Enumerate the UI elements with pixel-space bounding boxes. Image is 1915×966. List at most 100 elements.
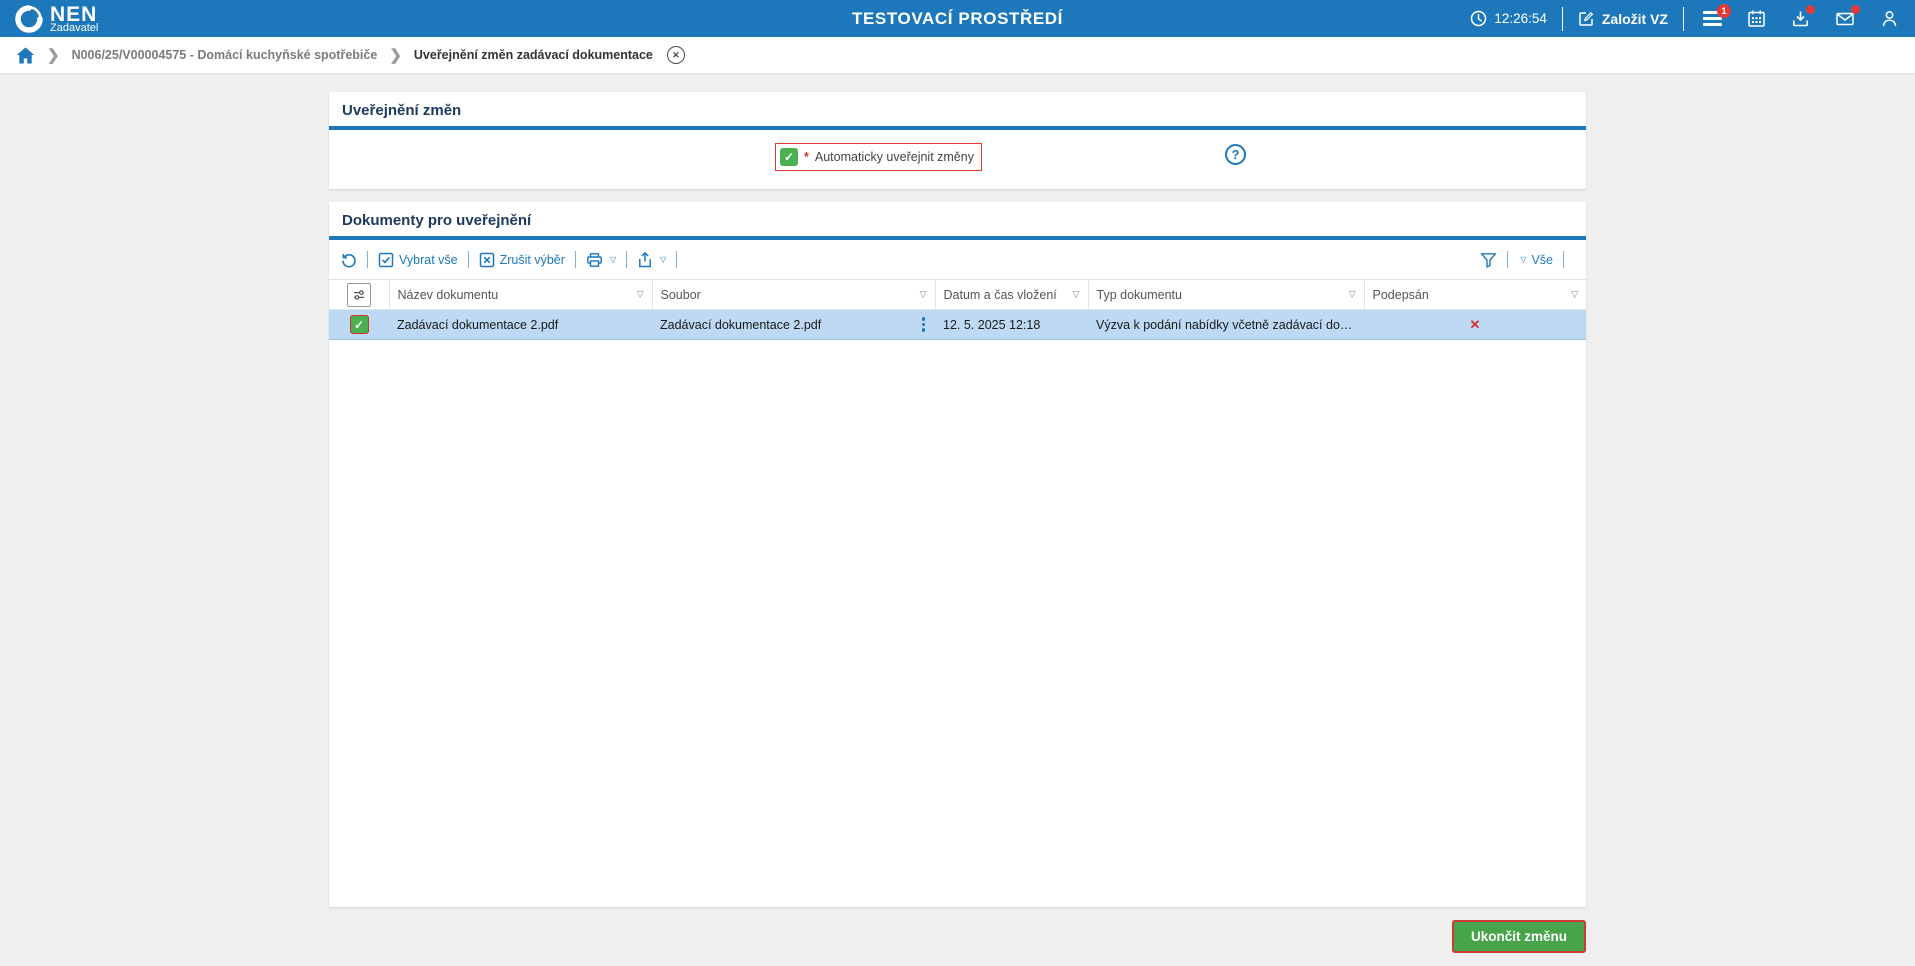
calendar-icon — [1747, 9, 1766, 28]
clock-icon — [1470, 10, 1487, 27]
publish-changes-panel: Uveřejnění změn ✓ * Automaticky uveřejni… — [329, 92, 1586, 189]
messages-alert-badge — [1851, 5, 1860, 14]
row-select-cell: ✓ — [329, 309, 389, 340]
clear-selection-icon — [479, 252, 495, 268]
help-icon[interactable]: ? — [1225, 144, 1246, 165]
column-header-typ[interactable]: Typ dokumentu ▽ — [1087, 279, 1365, 310]
menu-badge: 1 — [1717, 4, 1731, 19]
toolbar-divider — [1507, 251, 1509, 268]
filter-funnel-icon — [1480, 252, 1497, 268]
select-all-button[interactable]: Vybrat vše — [378, 252, 458, 268]
topbar-divider — [1683, 6, 1684, 31]
clock-group: 12:26:54 — [1470, 10, 1547, 27]
file-name: Zadávací dokumentace 2.pdf — [660, 317, 822, 332]
column-filter-arrow[interactable]: ▽ — [1349, 289, 1356, 300]
create-vz-label: Založit VZ — [1601, 10, 1668, 27]
breadcrumb-item-procurement[interactable]: N006/25/V00004575 - Domácí kuchyňské spo… — [72, 48, 378, 62]
cell-podepsan: ✕ — [1364, 309, 1586, 340]
breadcrumb: ❯ N006/25/V00004575 - Domácí kuchyňské s… — [0, 37, 1915, 73]
cell-typ: Výzva k podání nabídky včetně zadávací d… — [1088, 309, 1364, 340]
topbar-icon-group: 1 — [1703, 4, 1899, 28]
menu-button[interactable]: 1 — [1703, 4, 1731, 26]
printer-icon — [586, 252, 603, 268]
question-mark-glyph: ? — [1231, 147, 1240, 162]
cell-nazev: Zadávací dokumentace 2.pdf — [389, 309, 652, 340]
column-filter-arrow[interactable]: ▽ — [1073, 289, 1080, 300]
check-icon: ✓ — [353, 317, 365, 332]
row-actions-menu-icon[interactable] — [920, 315, 928, 334]
toolbar-divider — [574, 251, 576, 268]
required-marker: * — [804, 150, 809, 164]
toolbar-divider — [626, 251, 628, 268]
not-signed-icon: ✕ — [1469, 316, 1481, 332]
footer-actions: Ukončit změnu — [329, 920, 1586, 953]
auto-publish-checkbox-group[interactable]: ✓ * Automaticky uveřejnit změny — [775, 143, 982, 171]
current-time: 12:26:54 — [1494, 11, 1547, 26]
column-label: Typ dokumentu — [1096, 287, 1182, 302]
column-label: Soubor — [660, 287, 701, 302]
close-breadcrumb-icon[interactable]: ✕ — [666, 46, 685, 64]
messages-button[interactable] — [1835, 5, 1860, 28]
downloads-button[interactable] — [1791, 5, 1815, 28]
filter-preset-arrow: ▽ — [1520, 255, 1527, 264]
toolbar-divider — [1563, 251, 1564, 268]
main-content: Uveřejnění změn ✓ * Automaticky uveřejni… — [329, 92, 1586, 907]
cell-datum: 12. 5. 2025 12:18 — [935, 309, 1088, 340]
column-settings-icon[interactable] — [346, 282, 371, 307]
filter-preset-label: Vše — [1531, 252, 1553, 267]
column-label: Datum a čas vložení — [943, 287, 1057, 302]
chevron-right-icon: ❯ — [47, 46, 60, 64]
row-checkbox[interactable]: ✓ — [349, 315, 369, 334]
toolbar-divider — [467, 251, 469, 268]
documents-panel: Dokumenty pro uveřejnění Vybrat vše Zruš… — [329, 202, 1586, 907]
publish-section-title: Uveřejnění změn — [342, 102, 462, 119]
nen-logo[interactable]: NEN Zadavatel — [14, 4, 98, 34]
create-vz-button[interactable]: Založit VZ — [1578, 10, 1668, 27]
refresh-button[interactable] — [341, 252, 357, 268]
filter-preset-button[interactable]: ▽ Vše — [1518, 253, 1553, 267]
print-button[interactable]: ▽ — [586, 252, 616, 268]
chevron-right-icon: ❯ — [389, 46, 402, 64]
select-all-label: Vybrat vše — [399, 252, 458, 267]
column-header-soubor[interactable]: Soubor ▽ — [651, 279, 936, 310]
check-icon: ✓ — [783, 150, 795, 164]
column-label: Název dokumentu — [397, 287, 499, 302]
toolbar-divider — [367, 251, 368, 268]
column-filter-arrow[interactable]: ▽ — [1571, 289, 1578, 300]
table-header-row: Název dokumentu ▽ Soubor ▽ Datum a čas v… — [329, 279, 1586, 310]
column-filter-arrow[interactable]: ▽ — [920, 289, 927, 300]
filter-button[interactable] — [1480, 252, 1497, 268]
select-all-icon — [378, 252, 394, 268]
profile-button[interactable] — [1880, 9, 1899, 28]
export-dropdown-arrow[interactable]: ▽ — [660, 255, 666, 264]
cell-soubor: Zadávací dokumentace 2.pdf — [652, 309, 935, 340]
logo-title: NEN — [50, 2, 98, 26]
home-icon[interactable] — [16, 47, 35, 64]
clear-selection-button[interactable]: Zrušit výběr — [479, 252, 565, 268]
documents-toolbar: Vybrat vše Zrušit výběr ▽ ▽ ▽ Vše — [329, 240, 1586, 279]
column-filter-arrow[interactable]: ▽ — [637, 289, 644, 300]
compose-icon — [1578, 10, 1595, 27]
topbar-left: NEN Zadavatel — [0, 4, 98, 34]
environment-title: TESTOVACÍ PROSTŘEDÍ — [851, 8, 1064, 28]
topbar-divider — [1561, 6, 1563, 31]
column-header-podepsan[interactable]: Podepsán ▽ — [1363, 279, 1586, 310]
breadcrumb-item-current[interactable]: Uveřejnění změn zadávací dokumentace — [414, 48, 653, 62]
table-row[interactable]: ✓ Zadávací dokumentace 2.pdf Zadávací do… — [329, 309, 1586, 340]
logo-subtitle: Zadavatel — [50, 21, 99, 34]
refresh-icon — [341, 252, 357, 268]
export-button[interactable]: ▽ — [637, 251, 666, 268]
clear-selection-label: Zrušit výběr — [499, 252, 565, 267]
column-header-nazev[interactable]: Název dokumentu ▽ — [388, 279, 653, 310]
auto-publish-checkbox[interactable]: ✓ — [780, 148, 798, 166]
calendar-button[interactable] — [1747, 9, 1766, 28]
column-header-datum[interactable]: Datum a čas vložení ▽ — [934, 279, 1089, 310]
export-icon — [637, 251, 653, 268]
print-dropdown-arrow[interactable]: ▽ — [610, 255, 616, 264]
person-icon — [1880, 9, 1899, 28]
finish-change-button[interactable]: Ukončit změnu — [1451, 920, 1586, 953]
publish-section-body: ✓ * Automaticky uveřejnit změny ? — [329, 130, 1586, 186]
column-label: Podepsán — [1372, 287, 1429, 302]
topbar-right: 12:26:54 Založit VZ 1 — [1470, 0, 1915, 37]
downloads-alert-badge — [1806, 5, 1815, 14]
